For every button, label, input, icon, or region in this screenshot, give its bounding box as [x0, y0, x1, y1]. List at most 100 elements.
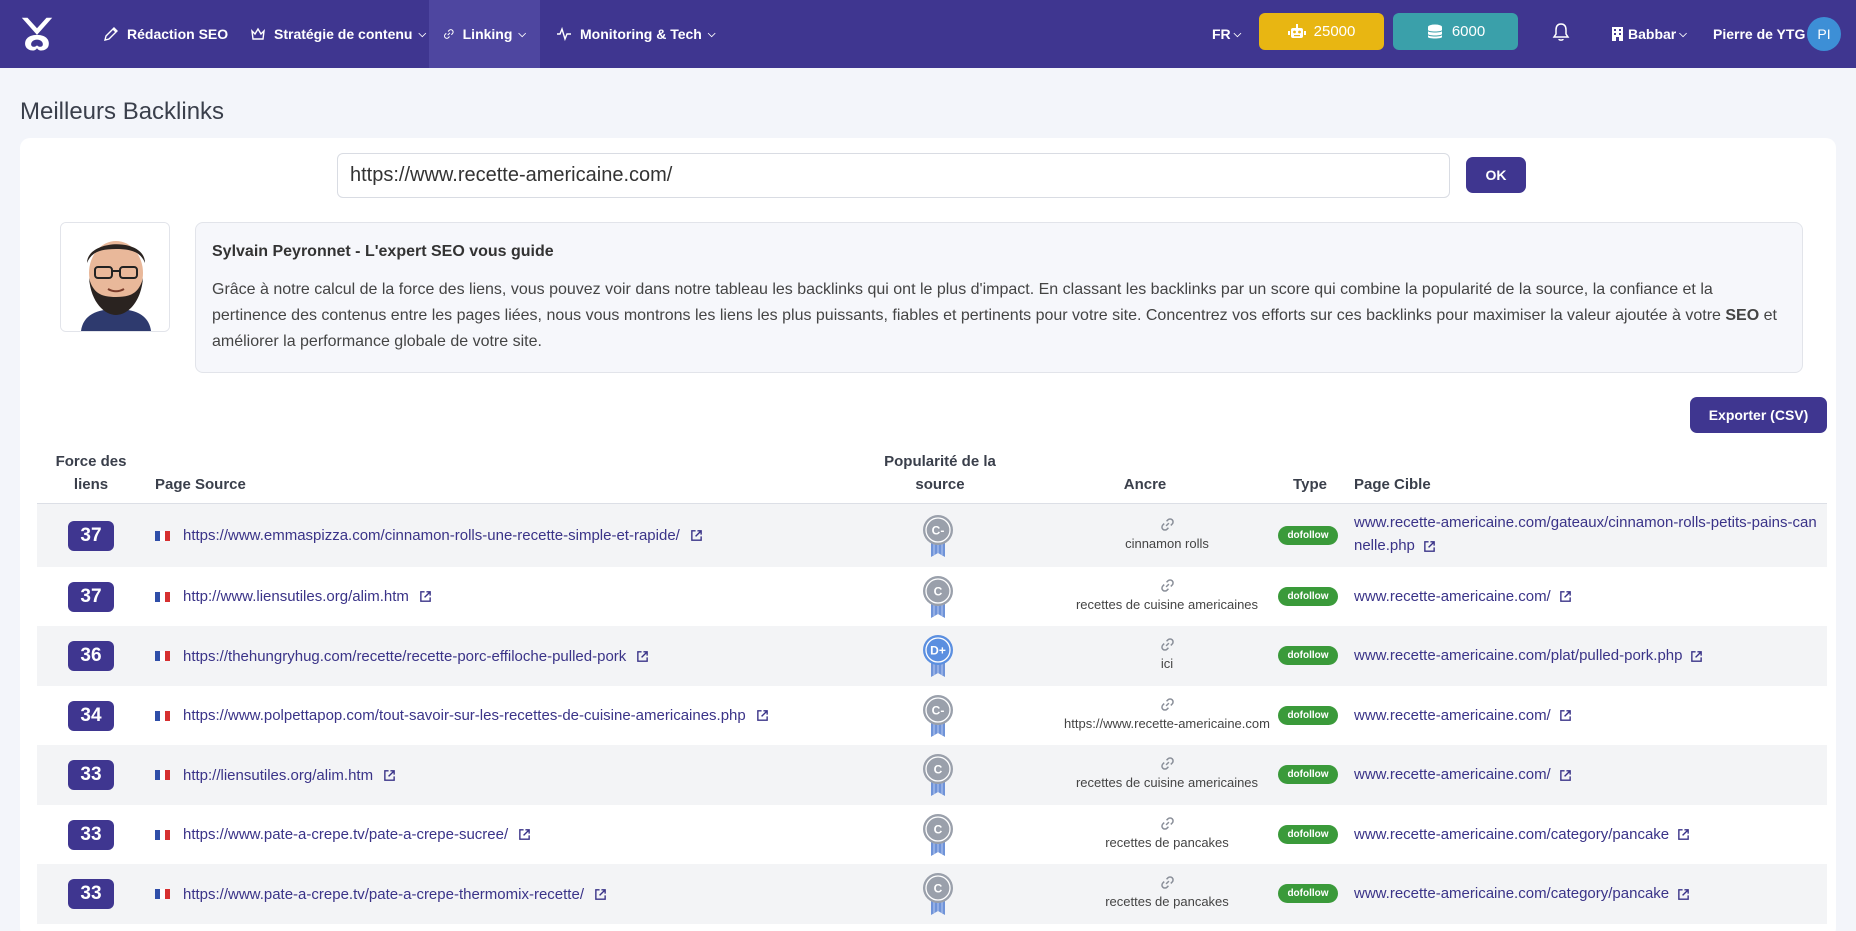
link-force-badge: 33 — [68, 879, 114, 909]
target-link[interactable]: www.recette-americaine.com/category/panc… — [1354, 823, 1824, 846]
external-link-icon[interactable] — [636, 650, 649, 663]
target-url: www.recette-americaine.com/plat/pulled-p… — [1354, 647, 1683, 664]
target-link[interactable]: www.recette-americaine.com/ — [1354, 585, 1824, 608]
link-force-badge: 36 — [68, 641, 114, 671]
external-link-icon[interactable] — [1423, 540, 1436, 553]
anchor-cell: cinnamon rolls — [1037, 517, 1297, 551]
coin-credits-button[interactable]: 6000 — [1393, 13, 1518, 50]
anchor-cell: recettes de cuisine americaines — [1037, 578, 1297, 612]
col-header-force[interactable]: Force des liens — [50, 450, 132, 496]
col-header-anchor[interactable]: Ancre — [1080, 473, 1210, 496]
col-header-type[interactable]: Type — [1280, 473, 1340, 496]
external-link-icon[interactable] — [1677, 828, 1690, 841]
external-link-icon[interactable] — [1690, 650, 1703, 663]
ok-button[interactable]: OK — [1466, 157, 1526, 193]
popularity-medal-icon: C — [923, 813, 953, 856]
table-row: 33 https://www.pate-a-crepe.tv/pate-a-cre… — [37, 864, 1827, 924]
source-link[interactable]: https://www.pate-a-crepe.tv/pate-a-crepe… — [183, 884, 607, 904]
source-link[interactable]: https://www.polpettapop.com/tout-savoir-… — [183, 706, 769, 726]
link-icon — [1160, 697, 1174, 711]
nav-redaction-seo[interactable]: Rédaction SEO — [89, 0, 242, 68]
source-link[interactable]: https://thehungryhug.com/recette/recette… — [183, 646, 649, 666]
col-header-popularity[interactable]: Popularité de la source — [870, 450, 1010, 496]
target-url: www.recette-americaine.com/ — [1354, 587, 1551, 605]
table-row: 33 http://liensutiles.org/alim.htm Crecett… — [37, 745, 1827, 805]
workspace-label: Babbar — [1628, 26, 1677, 42]
target-url: www.recette-americaine.com/ — [1354, 706, 1551, 724]
guide-text-bold: SEO — [1725, 307, 1760, 324]
source-url: http://liensutiles.org/alim.htm — [183, 766, 374, 784]
link-icon — [1160, 876, 1174, 889]
source-link[interactable]: https://www.emmaspizza.com/cinnamon-roll… — [183, 526, 703, 546]
link-icon — [1160, 517, 1174, 531]
target-link[interactable]: www.recette-americaine.com/gateaux/cinna… — [1354, 511, 1824, 557]
external-link-icon[interactable] — [690, 529, 703, 542]
page-title: Meilleurs Backlinks — [20, 98, 225, 125]
coin-credits-value: 6000 — [1451, 23, 1486, 40]
export-csv-button[interactable]: Exporter (CSV) — [1690, 397, 1827, 433]
external-link-icon[interactable] — [518, 828, 531, 841]
external-link-icon[interactable] — [594, 888, 607, 901]
external-link-icon[interactable] — [1677, 888, 1690, 901]
nav-monitoring-tech[interactable]: Monitoring & Tech ⌵ — [542, 0, 729, 68]
link-force-badge: 37 — [68, 520, 114, 551]
target-link[interactable]: www.recette-americaine.com/category/panc… — [1354, 882, 1824, 905]
external-link-icon[interactable] — [419, 590, 432, 603]
robot-credits-button[interactable]: 25000 — [1259, 13, 1384, 50]
link-type-badge: dofollow — [1278, 646, 1338, 665]
chevron-down-icon: ⌵ — [518, 28, 526, 40]
source-url: https://www.polpettapop.com/tout-savoir-… — [183, 707, 746, 724]
popularity-medal-icon: C — [923, 754, 953, 796]
target-link[interactable]: www.recette-americaine.com/ — [1354, 763, 1824, 786]
workspace-selector[interactable]: Babbar ⌵ — [1612, 0, 1687, 68]
france-flag-icon — [155, 651, 170, 661]
popularity-medal-icon: D+ — [923, 635, 953, 677]
app-logo-icon[interactable] — [18, 14, 56, 52]
user-avatar[interactable]: PI — [1807, 17, 1841, 51]
france-flag-icon — [155, 889, 170, 899]
guide-title: Sylvain Peyronnet - L'expert SEO vous gu… — [212, 243, 554, 260]
link-force-badge: 33 — [68, 819, 114, 850]
anchor-text: recettes de pancakes — [1105, 894, 1229, 909]
source-url: https://thehungryhug.com/recette/recette… — [183, 647, 627, 665]
popularity-medal-icon: C- — [923, 514, 953, 557]
bell-icon[interactable] — [1552, 22, 1570, 42]
france-flag-icon — [155, 530, 170, 541]
source-url: https://www.pate-a-crepe.tv/pate-a-crepe… — [183, 826, 509, 843]
coins-icon — [1427, 24, 1442, 38]
table-row: 33 https://www.pate-a-crepe.tv/pate-a-cre… — [37, 805, 1827, 864]
target-link[interactable]: www.recette-americaine.com/plat/pulled-p… — [1354, 644, 1824, 667]
table-row: 34 https://www.polpettapop.com/tout-savoi… — [37, 686, 1827, 745]
source-link[interactable]: http://liensutiles.org/alim.htm — [183, 765, 396, 785]
link-icon — [1160, 816, 1174, 830]
source-link[interactable]: https://www.pate-a-crepe.tv/pate-a-crepe… — [183, 825, 531, 845]
target-url: www.recette-americaine.com/category/panc… — [1354, 825, 1670, 843]
france-flag-icon — [155, 770, 170, 780]
table-row: 37 http://www.liensutiles.org/alim.htm Cre… — [37, 567, 1827, 626]
url-input[interactable]: https://www.recette-americaine.com/ — [337, 153, 1450, 198]
target-link[interactable]: www.recette-americaine.com/ — [1354, 704, 1824, 727]
col-header-target[interactable]: Page Cible — [1354, 473, 1431, 496]
anchor-cell: https://www.recette-americaine.com — [1037, 697, 1297, 731]
nav-linking[interactable]: Linking ⌵ — [429, 0, 540, 68]
france-flag-icon — [155, 591, 170, 602]
pulse-icon — [557, 26, 571, 42]
col-header-source[interactable]: Page Source — [155, 473, 246, 496]
link-type-badge: dofollow — [1278, 525, 1338, 545]
external-link-icon[interactable] — [1559, 590, 1572, 603]
source-url: http://www.liensutiles.org/alim.htm — [183, 588, 409, 605]
external-link-icon[interactable] — [1559, 709, 1572, 722]
france-flag-icon — [155, 710, 170, 721]
anchor-cell: recettes de pancakes — [1037, 875, 1297, 909]
external-link-icon[interactable] — [756, 709, 769, 722]
source-link[interactable]: http://www.liensutiles.org/alim.htm — [183, 587, 432, 607]
nav-label: Linking — [462, 26, 513, 42]
crown-icon — [251, 27, 265, 40]
expert-avatar — [60, 222, 170, 332]
user-name[interactable]: Pierre de YTG — [1713, 0, 1805, 68]
nav-strategie-contenu[interactable]: Stratégie de contenu ⌵ — [236, 0, 440, 68]
link-icon — [1160, 638, 1174, 651]
external-link-icon[interactable] — [383, 769, 396, 782]
external-link-icon[interactable] — [1559, 769, 1572, 782]
language-selector[interactable]: FR ⌵ — [1212, 0, 1241, 68]
